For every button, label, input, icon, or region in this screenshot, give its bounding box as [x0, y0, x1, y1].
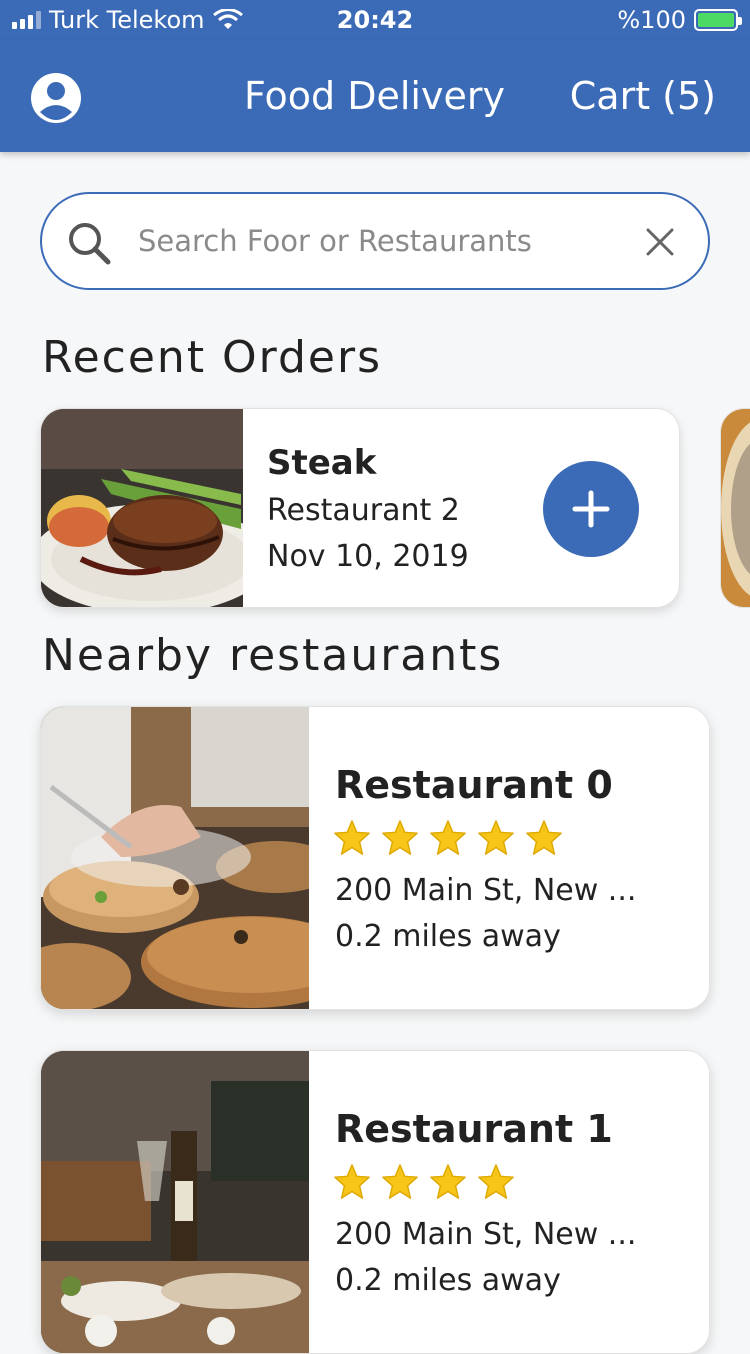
- restaurant-name: Restaurant 1: [335, 1107, 613, 1151]
- star-icon: [382, 820, 418, 855]
- plus-icon: [572, 490, 610, 528]
- order-item-name: Steak: [267, 443, 377, 483]
- star-icon: [334, 820, 370, 855]
- star-icon: [382, 1164, 418, 1199]
- search-input[interactable]: [138, 216, 618, 266]
- star-icon: [334, 1164, 370, 1199]
- battery-group: %100: [617, 6, 742, 34]
- star-icon: [478, 820, 514, 855]
- restaurant-card[interactable]: Restaurant 1 200 Main St, New ... 0.2 mi…: [40, 1050, 710, 1354]
- restaurant-address: 200 Main St, New ...: [335, 873, 637, 908]
- rating-stars: [333, 1163, 515, 1201]
- star-icon: [430, 820, 466, 855]
- search-bar: [40, 192, 710, 290]
- star-icon: [526, 820, 562, 855]
- battery-percent: %100: [617, 6, 686, 34]
- order-card[interactable]: Steak Restaurant 2 Nov 10, 2019: [40, 408, 680, 608]
- recent-orders-heading: Recent Orders: [42, 332, 383, 383]
- rating-stars: [333, 819, 563, 857]
- star-icon: [430, 1164, 466, 1199]
- order-restaurant: Restaurant 2: [267, 493, 460, 528]
- restaurant-distance: 0.2 miles away: [335, 919, 561, 954]
- search-icon: [69, 223, 111, 265]
- order-card-next[interactable]: [720, 408, 750, 608]
- restaurant-photo: [41, 707, 309, 1009]
- status-bar: Turk Telekom 20:42 %100: [0, 0, 750, 40]
- steak-photo: [41, 409, 243, 607]
- profile-icon[interactable]: [30, 72, 82, 124]
- battery-icon: [694, 9, 742, 31]
- order-date: Nov 10, 2019: [267, 539, 469, 574]
- star-icon: [478, 1164, 514, 1199]
- restaurant-name: Restaurant 0: [335, 763, 613, 807]
- restaurant-photo: [41, 1051, 309, 1353]
- cart-button[interactable]: Cart (5): [570, 74, 716, 118]
- nav-bar: Food Delivery Cart (5): [0, 40, 750, 152]
- page-title: Food Delivery: [244, 74, 505, 118]
- restaurant-distance: 0.2 miles away: [335, 1263, 561, 1298]
- close-icon[interactable]: [642, 224, 678, 260]
- nearby-restaurants-heading: Nearby restaurants: [42, 630, 504, 681]
- noodle-photo: [721, 409, 750, 607]
- restaurant-address: 200 Main St, New ...: [335, 1217, 637, 1252]
- restaurant-card[interactable]: Restaurant 0 200 Main St, New ... 0.2 mi…: [40, 706, 710, 1010]
- reorder-button[interactable]: [543, 461, 639, 557]
